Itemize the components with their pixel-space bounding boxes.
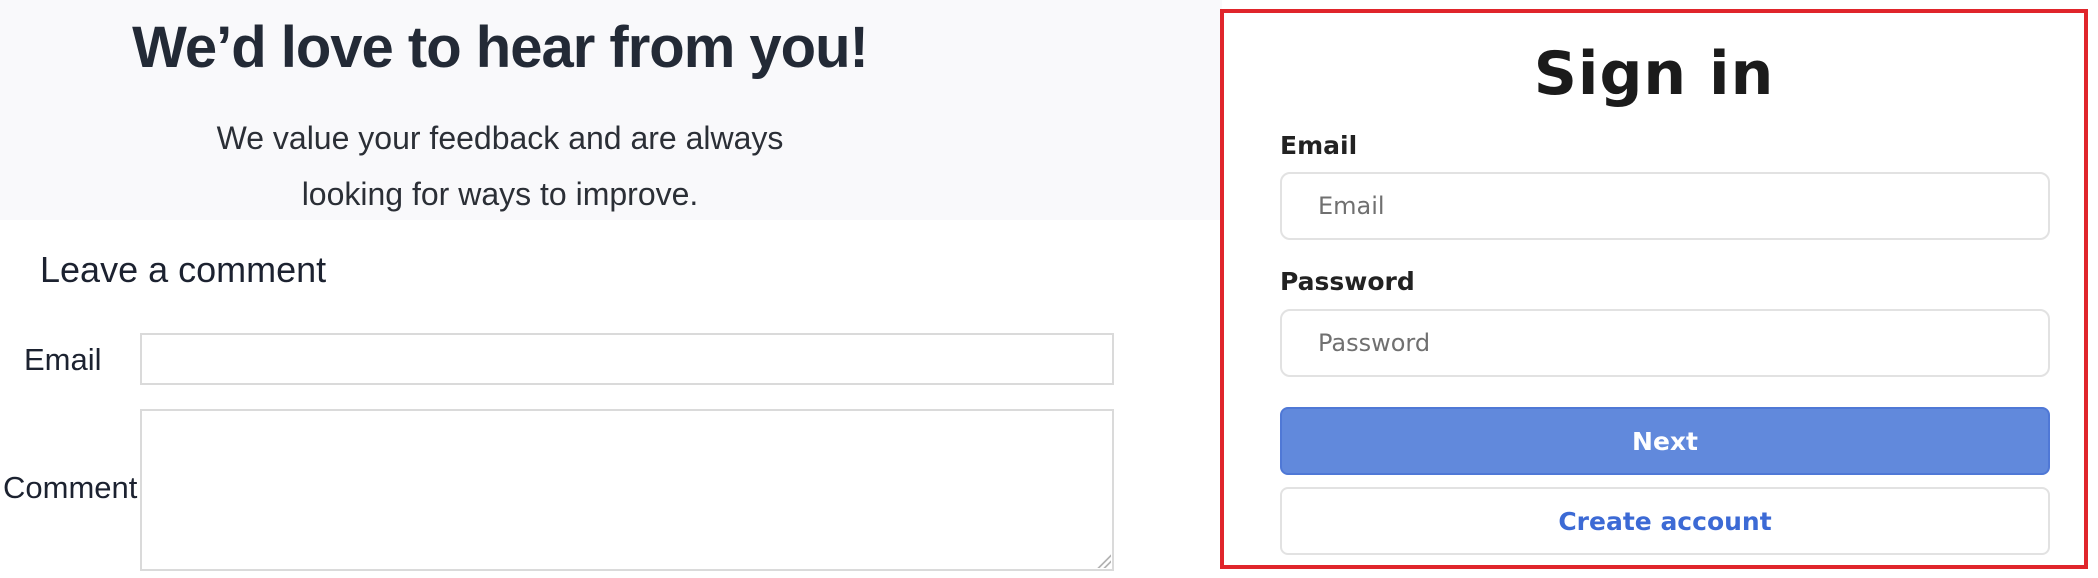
feedback-title: We’d love to hear from you! (132, 15, 869, 80)
feedback-email-label: Email (24, 342, 102, 377)
create-account-button[interactable]: Create account (1280, 487, 2050, 555)
resize-grip-icon[interactable] (1097, 554, 1111, 568)
feedback-comment-textarea[interactable] (140, 409, 1114, 571)
feedback-hero: We’d love to hear from you! We value you… (0, 0, 1222, 220)
signin-email-input[interactable] (1280, 172, 2050, 240)
signin-email-label: Email (1280, 131, 1358, 160)
leave-comment-heading: Leave a comment (40, 249, 327, 290)
signin-title: Sign in (1533, 39, 1775, 109)
signin-password-label: Password (1280, 267, 1415, 296)
signin-password-input[interactable] (1280, 309, 2050, 377)
feedback-email-input[interactable] (140, 333, 1114, 385)
feedback-subtitle-line-1: We value your feedback and are always (216, 120, 784, 156)
feedback-comment-label: Comment (3, 470, 138, 505)
signin-panel: Sign in Email Password Next Create accou… (1220, 9, 2088, 569)
next-button[interactable]: Next (1280, 407, 2050, 475)
feedback-subtitle: We value your feedback and are always lo… (0, 110, 1000, 222)
feedback-subtitle-line-2: looking for ways to improve. (301, 176, 699, 212)
